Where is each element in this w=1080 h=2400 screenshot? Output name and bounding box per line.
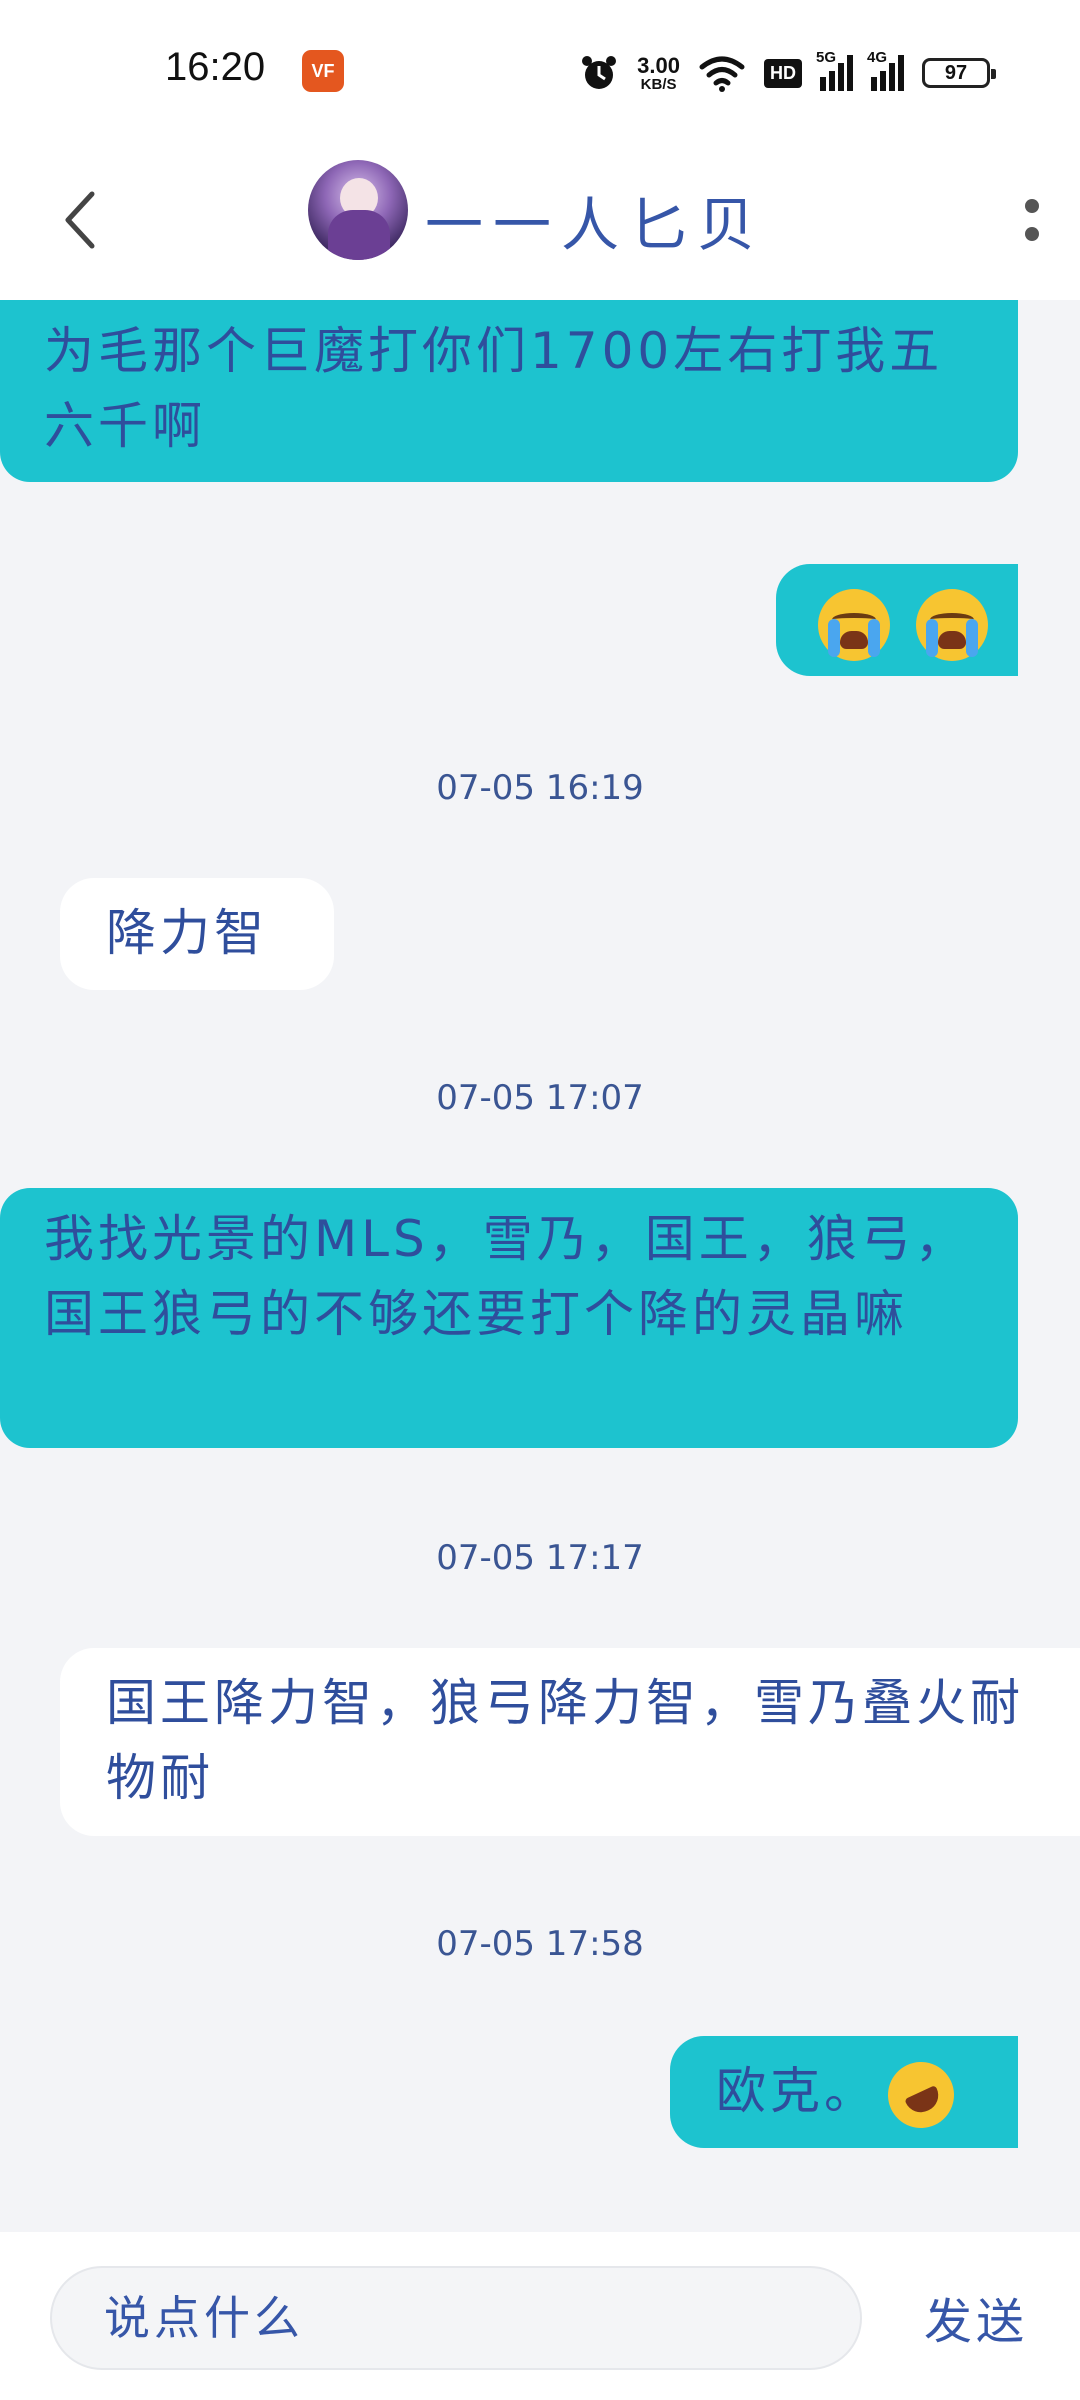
message-bubble-received[interactable]: 国王降力智，狼弓降力智，雪乃叠火耐物耐 xyxy=(60,1648,1080,1836)
chat-header: 一一人匕贝 xyxy=(0,140,1080,300)
send-button[interactable]: 发送 xyxy=(924,2282,1028,2352)
message-text: 我找光景的MLS，雪乃，国王，狼弓，国王狼弓的不够还要打个降的灵晶嘛 xyxy=(44,1210,969,1343)
battery-level: 97 xyxy=(944,61,968,84)
message-bubble-sent[interactable]: 欧克。 xyxy=(670,2036,1018,2148)
message-timestamp: 07-05 16:19 xyxy=(436,768,644,808)
status-time: 16:20 xyxy=(165,45,266,89)
battery-icon: 97 xyxy=(922,58,996,88)
signal-5g-label: 5G xyxy=(816,49,837,66)
message-bubble-sent[interactable] xyxy=(776,564,1018,676)
input-bar: 发送 xyxy=(0,2232,1080,2400)
alarm-icon xyxy=(582,56,617,89)
back-button[interactable] xyxy=(40,170,120,270)
contact-name: 一一人匕贝 xyxy=(425,191,766,259)
more-dot-icon xyxy=(1025,199,1039,213)
message-timestamp: 07-05 17:58 xyxy=(436,1924,644,1964)
hd-icon: HD xyxy=(764,58,802,88)
network-speed-unit: KB/S xyxy=(640,75,677,93)
message-text: 国王降力智，狼弓降力智，雪乃叠火耐物耐 xyxy=(106,1674,1024,1807)
contact-avatar[interactable] xyxy=(308,160,408,260)
wifi-icon xyxy=(699,56,745,92)
status-bar: 16:20 VF 3.00 KB/S HD 5G 4G 97 xyxy=(0,0,1080,140)
message-text: 为毛那个巨魔打你们1700左右打我五六千啊 xyxy=(44,322,944,455)
message-bubble-received[interactable]: 降力智 xyxy=(60,878,334,990)
more-dot-icon xyxy=(1025,227,1039,241)
crying-face-emoji-icon xyxy=(818,588,890,661)
network-speed-value: 3.00 xyxy=(637,52,680,78)
chat-message-list[interactable]: 为毛那个巨魔打你们1700左右打我五六千啊 07-05 16:19 降力智 07… xyxy=(0,300,1080,2232)
message-bubble-sent[interactable]: 为毛那个巨魔打你们1700左右打我五六千啊 xyxy=(0,300,1018,482)
signal-4g-icon: 4G xyxy=(867,49,904,91)
network-speed: 3.00 KB/S xyxy=(637,52,680,93)
more-options-button[interactable] xyxy=(1012,180,1052,260)
signal-4g-label: 4G xyxy=(867,49,888,66)
status-icons: 3.00 KB/S HD 5G 4G 97 xyxy=(579,48,996,98)
message-bubble-sent[interactable]: 我找光景的MLS，雪乃，国王，狼弓，国王狼弓的不够还要打个降的灵晶嘛 xyxy=(0,1188,1018,1448)
app-notification-icon: VF xyxy=(302,50,344,92)
message-timestamp: 07-05 17:07 xyxy=(436,1078,644,1118)
rolling-laughing-emoji-icon xyxy=(877,2050,965,2139)
crying-face-emoji-icon xyxy=(915,588,988,661)
message-timestamp: 07-05 17:17 xyxy=(436,1538,644,1578)
chevron-left-icon xyxy=(65,191,95,249)
signal-5g-icon: 5G xyxy=(816,49,853,91)
message-input[interactable] xyxy=(50,2266,862,2370)
message-text: 降力智 xyxy=(106,904,268,962)
message-text: 欧克。 xyxy=(716,2062,878,2120)
